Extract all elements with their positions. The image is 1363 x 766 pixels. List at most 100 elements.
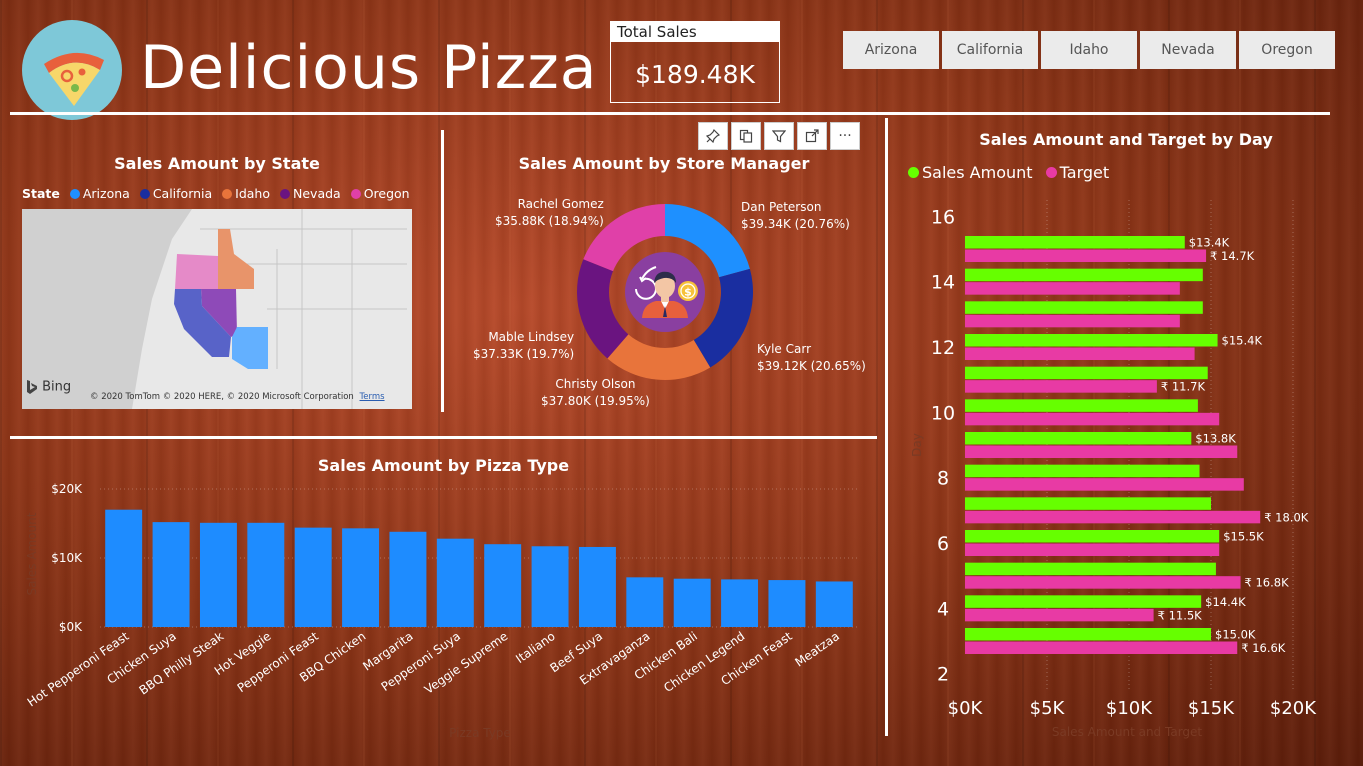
day-x-tick-label: $0K (948, 698, 984, 719)
divider-top-bottom (10, 436, 877, 439)
day-data-labels: $13.4K₹ 14.7K$15.4K₹ 11.7K$13.8K₹ 18.0K$… (1158, 236, 1309, 656)
pizza-bar-meatzaa[interactable] (815, 581, 853, 627)
total-sales-card: Total Sales $189.48K (610, 21, 780, 103)
slicer-california[interactable]: California (942, 31, 1038, 69)
divider-map-donut (441, 130, 444, 412)
header-divider (10, 112, 1330, 115)
donut-label-name: Dan Peterson (741, 200, 822, 214)
bing-logo: Bing (26, 379, 71, 395)
day-bar-target-9[interactable] (965, 445, 1238, 459)
donut-label-name: Mable Lindsey (488, 330, 575, 344)
day-data-label: $13.4K (1189, 236, 1230, 250)
day-bar-sales-amount-10[interactable] (965, 399, 1198, 412)
map-region-arizona[interactable] (232, 327, 268, 369)
donut-label-name: Christy Olson (555, 377, 636, 391)
donut-label-value: $39.12K (20.65%) (757, 359, 866, 373)
legend-item-idaho: Idaho (235, 186, 271, 201)
day-bar-target-6[interactable] (965, 543, 1220, 557)
day-bar-sales-amount-7[interactable] (965, 497, 1211, 510)
slicer-idaho[interactable]: Idaho (1041, 31, 1137, 69)
pizza-bar-pepperoni-feast[interactable] (294, 527, 332, 627)
pizza-bar-beef-suya[interactable] (578, 546, 616, 627)
more-options-icon[interactable]: ··· (830, 122, 860, 150)
map-title: Sales Amount by State (114, 154, 320, 173)
donut-label-value: $37.33K (19.7%) (473, 347, 575, 361)
legend-swatch-oregon (350, 188, 361, 199)
day-bar-target-8[interactable] (965, 478, 1244, 491)
pizza-bar-pepperoni-suya[interactable] (436, 538, 474, 627)
legend-swatch-arizona (69, 188, 80, 199)
donut-label-name: Kyle Carr (757, 342, 812, 356)
pin-icon[interactable] (698, 122, 728, 150)
pizza-y-tick-label: $20K (51, 482, 83, 496)
map-region-idaho[interactable] (218, 229, 254, 289)
map-region-oregon[interactable] (175, 254, 218, 289)
donut-label-name: Rachel Gomez (517, 197, 604, 211)
day-bar-sales-amount-13[interactable] (965, 301, 1203, 314)
day-bar-target-11[interactable] (965, 380, 1157, 393)
day-bar-target-12[interactable] (965, 347, 1195, 361)
day-y-tick-label: 4 (937, 598, 949, 620)
day-bar-target-4[interactable] (965, 608, 1154, 622)
filter-icon[interactable] (764, 122, 794, 150)
pizza-bar-chicken-suya[interactable] (152, 522, 190, 627)
legend-item-california: California (152, 186, 213, 201)
pizza-bar-bbq-chicken[interactable] (342, 528, 380, 627)
day-chart-title: Sales Amount and Target by Day (979, 130, 1273, 149)
copy-icon[interactable] (731, 122, 761, 150)
day-bar-sales-amount-12[interactable] (965, 334, 1218, 347)
pizza-bar-veggie-supreme[interactable] (484, 544, 522, 627)
day-bar-target-15[interactable] (965, 249, 1207, 263)
day-bar-sales-amount-4[interactable] (965, 595, 1202, 608)
focus-mode-icon[interactable] (797, 122, 827, 150)
pizza-bar-hot-pepperoni-feast[interactable] (105, 509, 143, 627)
day-y-tick-label: 8 (937, 468, 949, 490)
day-bar-target-14[interactable] (965, 282, 1180, 295)
day-bar-target-10[interactable] (965, 412, 1220, 426)
pizza-bar-italiano[interactable] (531, 546, 569, 627)
pizza-bar-bbq-philly-steak[interactable] (199, 522, 237, 627)
slicer-arizona[interactable]: Arizona (843, 31, 939, 69)
legend-swatch-sales-amount (908, 167, 919, 178)
slicer-nevada[interactable]: Nevada (1140, 31, 1236, 69)
pizza-y-ticks: $0K $10K $20K (51, 482, 83, 634)
pizza-bar-margarita[interactable] (389, 531, 427, 627)
pizza-bar-chicken-bali[interactable] (673, 578, 711, 627)
day-bar-sales-amount-3[interactable] (965, 628, 1211, 641)
pizza-bar-hot-veggie[interactable] (247, 522, 285, 627)
donut-label-value: $35.88K (18.94%) (495, 214, 604, 228)
pizza-x-ticks: Hot Pepperoni FeastChicken SuyaBBQ Phill… (25, 629, 842, 710)
app-title: Delicious Pizza (140, 33, 598, 103)
pizza-bar-extravaganza[interactable] (626, 577, 664, 627)
pizza-bar-chicken-feast[interactable] (768, 580, 806, 627)
day-bar-target-5[interactable] (965, 576, 1241, 589)
day-bar-sales-amount-6[interactable] (965, 530, 1220, 543)
day-bar-sales-amount-14[interactable] (965, 268, 1203, 282)
total-sales-value: $189.48K (635, 60, 755, 89)
day-bar-target-13[interactable] (965, 314, 1180, 328)
day-bar-sales-amount-11[interactable] (965, 366, 1208, 380)
day-y-ticks: 16 14 12 10 8 6 4 2 (931, 206, 955, 685)
donut-label-dan-peterson: Dan Peterson $39.34K (20.76%) (741, 199, 850, 233)
map-terms-link[interactable]: Terms (360, 392, 385, 402)
donut-label-christy-olson: Christy Olson $37.80K (19.95%) (541, 376, 650, 410)
pizza-type-bar-chart[interactable]: $0K $10K $20K Hot Pepperoni FeastChicken S… (10, 478, 870, 748)
pizza-bar-chicken-legend[interactable] (721, 579, 759, 627)
pizza-x-tick-label: Pepperoni Suya (379, 629, 463, 694)
day-bar-sales-amount-5[interactable] (965, 562, 1216, 576)
day-y-tick-label: 10 (931, 402, 955, 424)
day-bar-sales-amount-8[interactable] (965, 464, 1200, 478)
legend-item-sales-amount: Sales Amount (922, 163, 1033, 182)
day-bar-target-7[interactable] (965, 510, 1261, 524)
legend-title: State (22, 186, 60, 201)
day-bar-sales-amount-9[interactable] (965, 432, 1192, 445)
donut-title: Sales Amount by Store Manager (518, 154, 810, 173)
state-map[interactable]: Bing © 2020 TomTom © 2020 HERE, © 2020 M… (22, 209, 412, 409)
day-chart-legend: Sales Amount Target (908, 163, 1109, 182)
day-bar-target-3[interactable] (965, 641, 1238, 655)
day-bar-sales-amount-15[interactable] (965, 236, 1185, 249)
slicer-oregon[interactable]: Oregon (1239, 31, 1335, 69)
svg-text:$: $ (684, 286, 692, 299)
day-bar-chart[interactable]: $13.4K₹ 14.7K$15.4K₹ 11.7K$13.8K₹ 18.0K$… (895, 190, 1357, 750)
map-copyright: © 2020 TomTom © 2020 HERE, © 2020 Micros… (90, 392, 354, 402)
